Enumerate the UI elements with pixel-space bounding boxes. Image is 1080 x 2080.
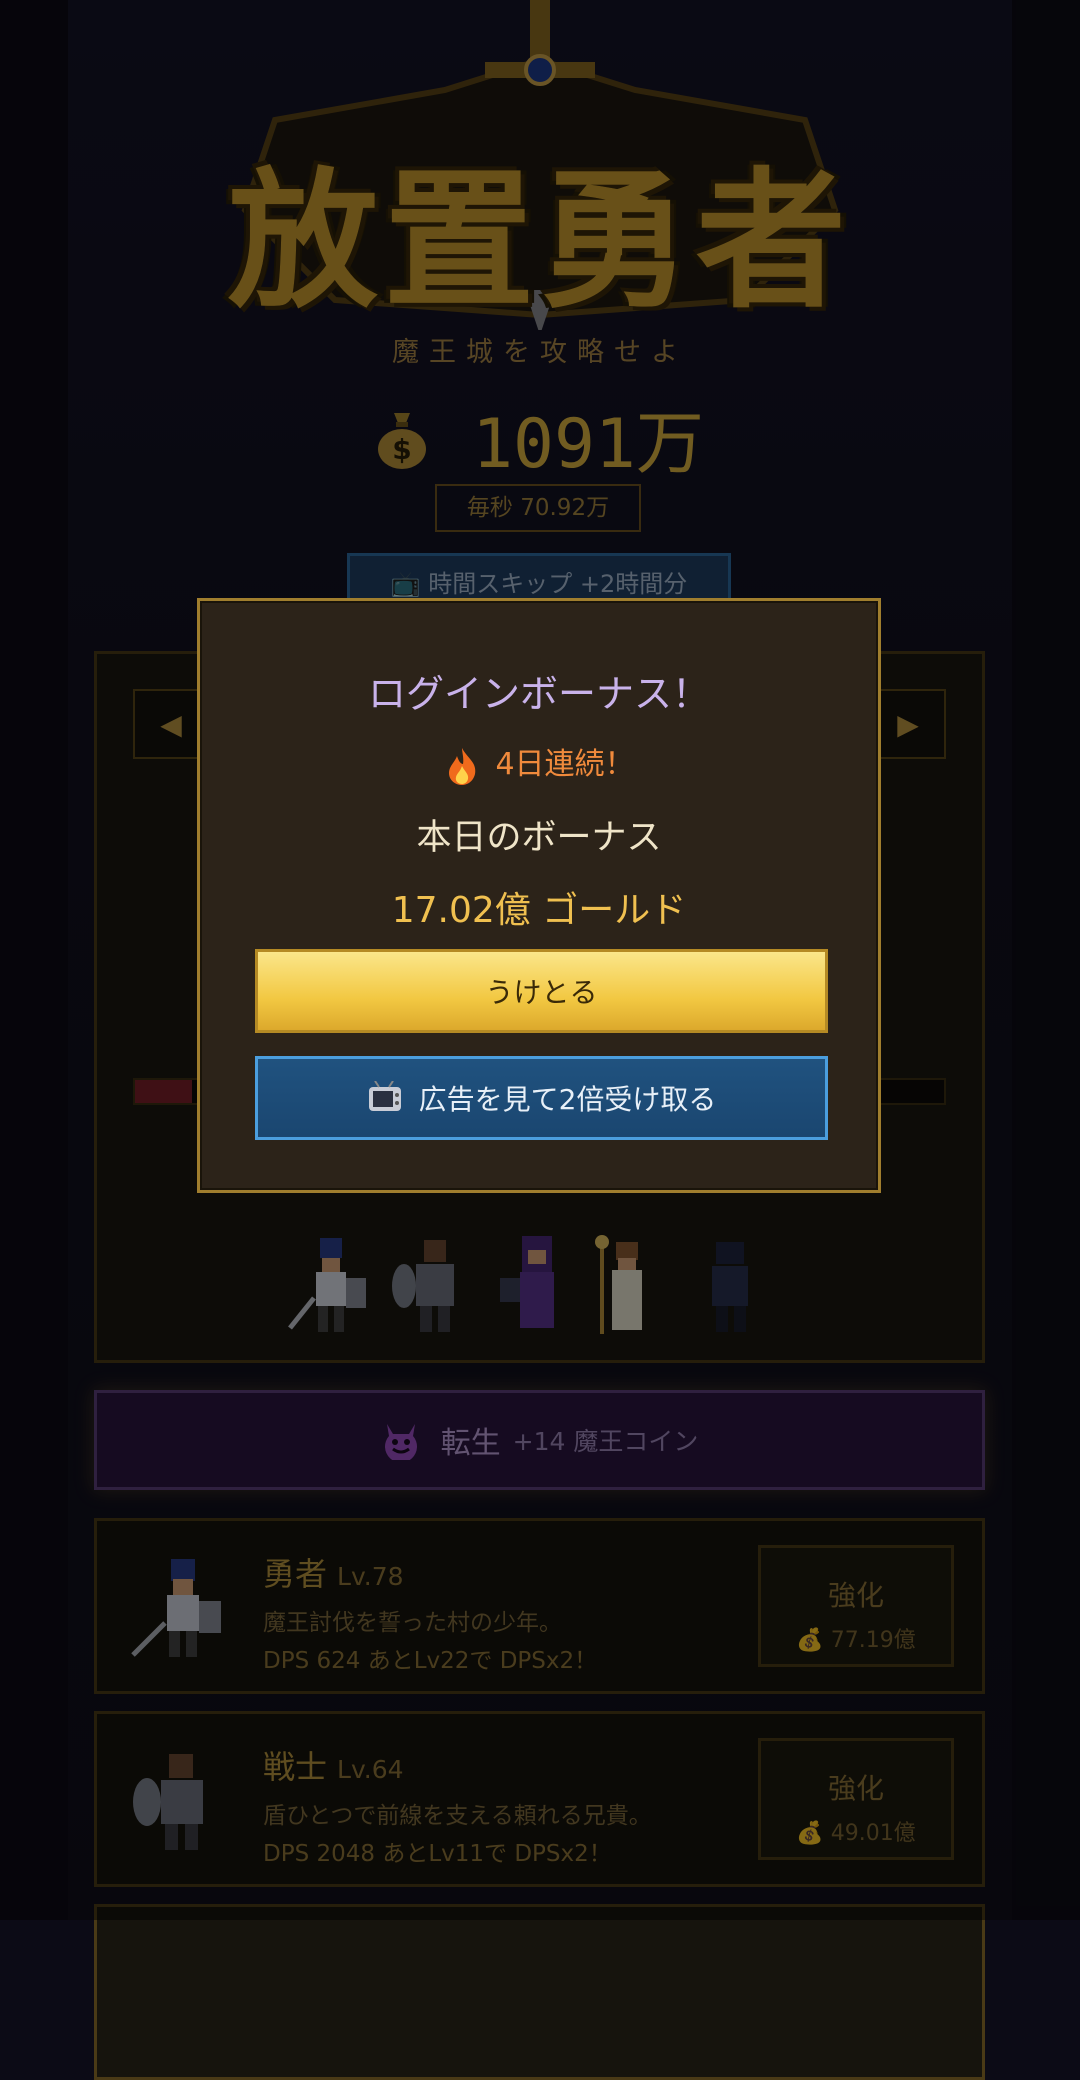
claim-label: うけとる xyxy=(485,976,598,1009)
today-label: 本日のボーナス xyxy=(416,818,662,858)
watch-ad-label: 広告を見て2倍受け取る xyxy=(418,1083,717,1116)
streak-label: 4日連続！ xyxy=(495,747,635,782)
streak-text: 4日連続！ xyxy=(200,739,878,786)
tv-icon xyxy=(368,1081,401,1111)
fire-icon xyxy=(449,747,476,785)
dialog-title: ログインボーナス！ xyxy=(367,672,710,716)
watch-ad-button[interactable]: 広告を見て2倍受け取る xyxy=(255,1056,828,1140)
claim-button[interactable]: うけとる xyxy=(255,949,828,1033)
login-bonus-dialog: ログインボーナス！ 4日連続！ 本日のボーナス 17.02億 ゴールド うけとる… xyxy=(197,598,881,1193)
bonus-amount: 17.02億 ゴールド xyxy=(391,890,687,931)
unit-card-next xyxy=(94,1904,985,2080)
